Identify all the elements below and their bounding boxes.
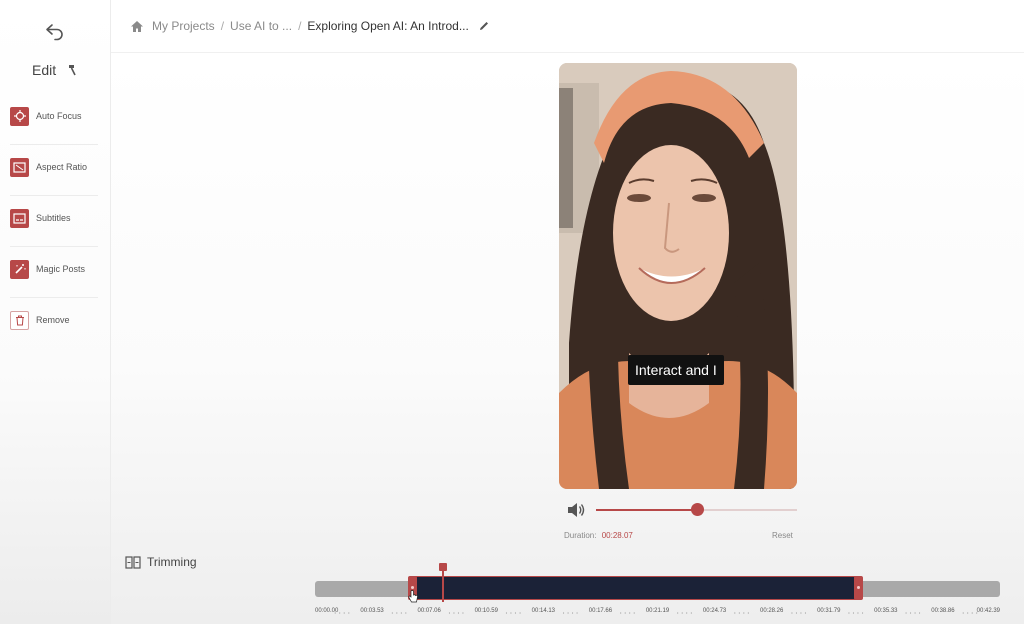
hammer-icon xyxy=(69,65,76,76)
subtitle-caption[interactable]: Interact and I xyxy=(628,355,724,385)
trimming-heading: Trimming xyxy=(125,555,197,569)
aspect-ratio-icon xyxy=(10,157,29,177)
breadcrumb: My Projects / Use AI to ... / Exploring … xyxy=(111,0,1024,53)
trim-selection[interactable] xyxy=(408,576,863,600)
duration-display: Duration: 00:28.07 xyxy=(564,531,633,540)
duration-label: Duration: xyxy=(564,531,597,540)
breadcrumb-separator: / xyxy=(298,19,302,33)
magic-wand-icon xyxy=(10,259,29,279)
tool-label: Magic Posts xyxy=(36,264,86,274)
trim-end-handle[interactable] xyxy=(854,576,863,600)
timeline-tick-dots: • • • • xyxy=(848,610,865,615)
timeline-tick-label: 00:24.73 xyxy=(702,608,727,614)
timeline-tick-label: 00:17.66 xyxy=(588,608,613,614)
timeline-tick-dots: • • • • xyxy=(734,610,751,615)
sidebar: Edit Auto Focus Aspect Ratio Subtitles M… xyxy=(0,0,111,624)
undo-icon[interactable] xyxy=(44,20,66,42)
timeline-tick-label: 00:38.86 xyxy=(931,608,955,614)
timeline-tick-label: 00:35.33 xyxy=(874,608,898,614)
timeline-tick-label: 00:28.26 xyxy=(759,608,784,614)
timeline-tick-label: 00:42.39 xyxy=(976,608,1000,614)
volume-slider-fill xyxy=(596,509,697,511)
home-icon[interactable] xyxy=(130,20,144,33)
duration-value: 00:28.07 xyxy=(601,531,633,540)
timeline-tick-dots: • • • • xyxy=(334,610,351,615)
pencil-icon[interactable] xyxy=(479,21,489,31)
hand-cursor-icon xyxy=(408,590,418,603)
timeline-tick-dots: • • • • xyxy=(505,610,522,615)
timeline-tick-dots: • • • • xyxy=(677,610,693,615)
trash-icon xyxy=(10,310,29,330)
volume-icon[interactable] xyxy=(566,501,586,519)
tool-label: Aspect Ratio xyxy=(36,162,88,172)
tool-remove[interactable]: Remove xyxy=(10,304,98,348)
timeline-tick-label: 00:14.13 xyxy=(531,608,556,614)
crosshair-icon xyxy=(10,106,29,126)
timeline-tick-dots: • • • • xyxy=(448,610,465,615)
timeline-tick-dots: • • • • xyxy=(791,610,808,615)
breadcrumb-current: Exploring Open AI: An Introd... xyxy=(307,19,469,33)
tool-label: Auto Focus xyxy=(36,111,82,121)
video-frame-image xyxy=(559,63,797,489)
video-preview[interactable] xyxy=(559,63,797,489)
edit-label: Edit xyxy=(31,62,57,78)
timeline-ticks: 00:00.00 • • • • 00:03.53 • • • • 00:07.06 • … xyxy=(315,608,1000,618)
edit-heading: Edit xyxy=(0,62,110,78)
timeline-tick-dots: • • • • xyxy=(905,610,922,615)
reset-button[interactable]: Reset xyxy=(772,531,793,540)
timeline-tick-label: 00:21.19 xyxy=(645,608,670,614)
timeline-tick-label: 00:07.06 xyxy=(417,608,441,614)
breadcrumb-my-projects[interactable]: My Projects xyxy=(152,19,215,33)
tool-subtitles[interactable]: Subtitles xyxy=(10,202,98,247)
trimming-label: Trimming xyxy=(147,555,197,569)
tool-label: Remove xyxy=(36,315,70,325)
tool-auto-focus[interactable]: Auto Focus xyxy=(10,100,98,145)
subtitles-icon xyxy=(10,208,29,228)
playhead[interactable] xyxy=(439,563,447,602)
tool-label: Subtitles xyxy=(36,213,71,223)
breadcrumb-project[interactable]: Use AI to ... xyxy=(230,19,292,33)
timeline-tick-label: 00:31.79 xyxy=(817,608,841,614)
breadcrumb-separator: / xyxy=(220,19,225,33)
timeline-tick-dots: • • • • xyxy=(619,610,636,615)
volume-slider[interactable] xyxy=(596,503,797,516)
timeline-tick-label: 00:03.53 xyxy=(360,608,384,614)
trim-icon xyxy=(125,555,141,569)
timeline-tick-dots: • • • • xyxy=(391,610,408,615)
timeline-tick-label: 00:10.59 xyxy=(474,608,498,614)
tool-magic-posts[interactable]: Magic Posts xyxy=(10,253,98,298)
tool-aspect-ratio[interactable]: Aspect Ratio xyxy=(10,151,98,196)
volume-slider-knob[interactable] xyxy=(690,503,704,516)
timeline-tick-dots: • • • • xyxy=(562,610,579,615)
